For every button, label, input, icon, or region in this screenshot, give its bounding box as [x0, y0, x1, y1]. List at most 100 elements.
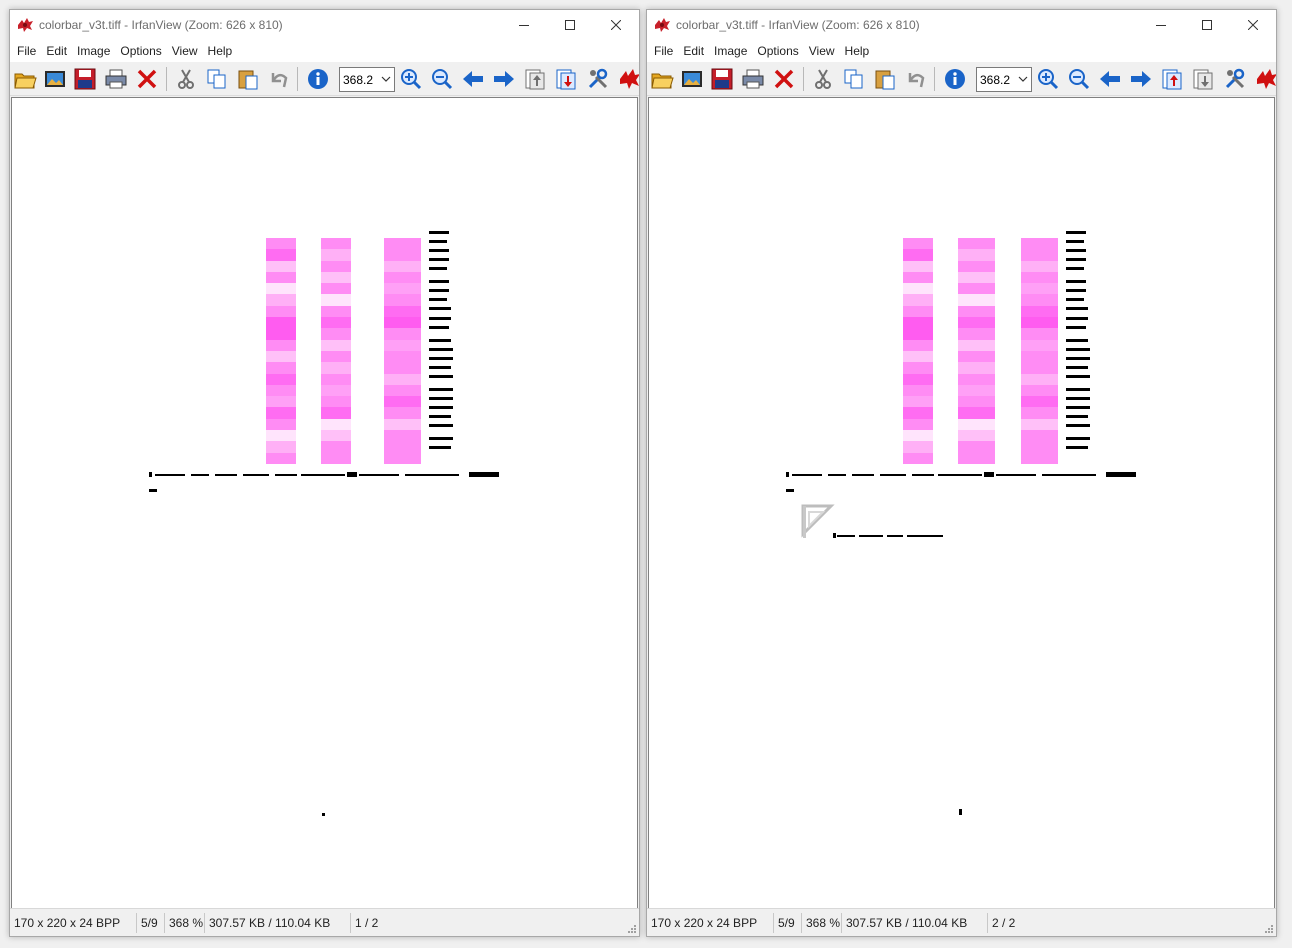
zoom-select[interactable]: 368.2: [339, 67, 395, 92]
irfanview-logo-icon: [18, 18, 33, 32]
save-button[interactable]: [72, 66, 98, 92]
next-page-button[interactable]: [1190, 66, 1216, 92]
print-icon: [742, 69, 764, 89]
next-page-button[interactable]: [553, 66, 579, 92]
irfanview-logo-icon: [655, 18, 670, 32]
zoom-in-button[interactable]: [398, 66, 424, 92]
about-button[interactable]: [616, 66, 639, 92]
resize-grip-icon[interactable]: [1264, 924, 1274, 934]
delete-icon: [774, 69, 794, 89]
menu-image[interactable]: Image: [72, 44, 115, 58]
next-button[interactable]: [1128, 66, 1154, 92]
status-zoom: 368 %: [802, 912, 842, 933]
menu-edit[interactable]: Edit: [41, 44, 72, 58]
irfanview-window-left[interactable]: colorbar_v3t.tiff - IrfanView (Zoom: 626…: [9, 9, 640, 937]
settings-button[interactable]: [585, 66, 611, 92]
info-button[interactable]: [305, 66, 331, 92]
menu-bar: File Edit Image Options View Help: [647, 40, 1276, 62]
zoom-in-button[interactable]: [1035, 66, 1061, 92]
close-icon: [611, 20, 621, 30]
minimize-button[interactable]: [501, 10, 547, 40]
thumbnails-button[interactable]: [679, 66, 705, 92]
open-button[interactable]: [12, 66, 38, 92]
menu-file[interactable]: File: [12, 44, 41, 58]
copy-button[interactable]: [204, 66, 230, 92]
open-button[interactable]: [649, 66, 675, 92]
menu-file[interactable]: File: [649, 44, 678, 58]
info-icon: [308, 69, 328, 89]
window-title: colorbar_v3t.tiff - IrfanView (Zoom: 626…: [676, 18, 920, 32]
color-bar-1: [266, 238, 296, 464]
paste-button[interactable]: [872, 66, 898, 92]
maximize-icon: [1202, 20, 1212, 30]
previous-page-button[interactable]: [1159, 66, 1185, 92]
settings-icon: [588, 68, 608, 89]
menu-image[interactable]: Image: [709, 44, 752, 58]
chevron-down-icon: [381, 76, 391, 82]
zoom-in-icon: [401, 69, 422, 90]
previous-icon: [463, 71, 483, 87]
print-button[interactable]: [103, 66, 129, 92]
thumbnails-icon: [682, 71, 702, 87]
zoom-value: 368.2: [343, 73, 374, 87]
paste-icon: [875, 70, 895, 90]
undo-button[interactable]: [903, 66, 929, 92]
settings-button[interactable]: [1222, 66, 1248, 92]
previous-page-button[interactable]: [522, 66, 548, 92]
toolbar: 368.2: [10, 62, 639, 96]
close-button[interactable]: [593, 10, 639, 40]
undo-icon: [908, 73, 925, 88]
zoom-out-button[interactable]: [429, 66, 455, 92]
delete-button[interactable]: [771, 66, 797, 92]
menu-options[interactable]: Options: [115, 44, 166, 58]
previous-button[interactable]: [460, 66, 486, 92]
next-page-icon: [1193, 69, 1213, 90]
caption-dots: [786, 489, 794, 492]
menu-help[interactable]: Help: [203, 44, 238, 58]
irfanview-window-right[interactable]: colorbar_v3t.tiff - IrfanView (Zoom: 626…: [646, 9, 1277, 937]
close-button[interactable]: [1230, 10, 1276, 40]
delete-button[interactable]: [134, 66, 160, 92]
title-bar[interactable]: colorbar_v3t.tiff - IrfanView (Zoom: 626…: [647, 10, 1276, 40]
print-button[interactable]: [740, 66, 766, 92]
title-bar[interactable]: colorbar_v3t.tiff - IrfanView (Zoom: 626…: [10, 10, 639, 40]
maximize-button[interactable]: [1184, 10, 1230, 40]
cut-icon: [815, 69, 831, 89]
menu-help[interactable]: Help: [840, 44, 875, 58]
tick-labels: [1066, 231, 1096, 461]
menu-view[interactable]: View: [167, 44, 203, 58]
delete-icon: [137, 69, 157, 89]
cut-button[interactable]: [173, 66, 199, 92]
image-canvas[interactable]: [648, 97, 1275, 909]
open-folder-icon: [651, 73, 674, 89]
next-page-icon: [556, 69, 576, 90]
paste-icon: [238, 70, 258, 90]
copy-button[interactable]: [841, 66, 867, 92]
close-icon: [1248, 20, 1258, 30]
zoom-out-button[interactable]: [1066, 66, 1092, 92]
next-button[interactable]: [491, 66, 517, 92]
thumbnails-button[interactable]: [42, 66, 68, 92]
menu-options[interactable]: Options: [752, 44, 803, 58]
info-button[interactable]: [942, 66, 968, 92]
status-index: 5/9: [137, 912, 165, 933]
zoom-value: 368.2: [980, 73, 1011, 87]
open-folder-icon: [14, 73, 37, 89]
window-title: colorbar_v3t.tiff - IrfanView (Zoom: 626…: [39, 18, 283, 32]
menu-edit[interactable]: Edit: [678, 44, 709, 58]
maximize-button[interactable]: [547, 10, 593, 40]
zoom-select[interactable]: 368.2: [976, 67, 1032, 92]
menu-view[interactable]: View: [804, 44, 840, 58]
status-bar: 170 x 220 x 24 BPP 5/9 368 % 307.57 KB /…: [10, 908, 639, 936]
cut-button[interactable]: [810, 66, 836, 92]
maximize-icon: [565, 20, 575, 30]
save-button[interactable]: [709, 66, 735, 92]
about-button[interactable]: [1253, 66, 1276, 92]
minimize-button[interactable]: [1138, 10, 1184, 40]
image-canvas[interactable]: [11, 97, 638, 909]
previous-button[interactable]: [1097, 66, 1123, 92]
resize-grip-icon[interactable]: [627, 924, 637, 934]
undo-button[interactable]: [266, 66, 292, 92]
toolbar: 368.2: [647, 62, 1276, 96]
paste-button[interactable]: [235, 66, 261, 92]
